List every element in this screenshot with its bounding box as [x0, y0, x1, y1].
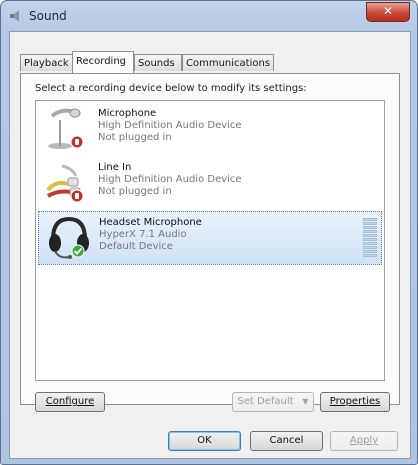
set-default-dropdown[interactable]: ▼: [298, 392, 314, 412]
apply-label: Apply: [349, 435, 379, 446]
unplugged-badge-icon: [70, 135, 84, 149]
device-item-headset-microphone[interactable]: Headset Microphone HyperX 7.1 Audio Defa…: [38, 211, 382, 265]
sound-dialog: Sound ✕ Playback Recording Sounds Commun…: [0, 0, 418, 465]
properties-label: Properties: [329, 396, 381, 407]
title-bar[interactable]: Sound ✕: [1, 1, 417, 31]
close-icon: ✕: [382, 4, 394, 18]
tab-label: Recording: [76, 56, 127, 67]
device-description: High Definition Audio Device: [98, 120, 242, 131]
ok-label: OK: [197, 435, 212, 446]
tab-strip: Playback Recording Sounds Communications: [20, 51, 400, 73]
device-status: Default Device: [99, 241, 173, 252]
close-button[interactable]: ✕: [366, 2, 410, 22]
tab-playback[interactable]: Playback: [20, 54, 74, 71]
ok-button[interactable]: OK: [168, 431, 241, 451]
recording-tab-panel: Select a recording device below to modif…: [20, 73, 400, 412]
window-title: Sound: [29, 9, 67, 23]
unplugged-badge-icon: [70, 189, 84, 203]
default-check-icon: [71, 244, 85, 258]
device-description: HyperX 7.1 Audio: [99, 229, 187, 240]
configure-label: Configure: [45, 396, 95, 407]
dialog-client-area: Playback Recording Sounds Communications…: [9, 31, 411, 459]
device-item-microphone[interactable]: Microphone High Definition Audio Device …: [38, 103, 382, 157]
tab-communications[interactable]: Communications: [182, 54, 274, 71]
tab-sounds[interactable]: Sounds: [134, 54, 182, 71]
device-description: High Definition Audio Device: [98, 174, 242, 185]
device-name: Microphone: [98, 108, 157, 119]
speaker-icon: [10, 10, 19, 22]
device-item-line-in[interactable]: Line In High Definition Audio Device Not…: [38, 157, 382, 211]
chevron-down-icon: ▼: [302, 397, 309, 406]
apply-button[interactable]: Apply: [330, 431, 398, 451]
tab-label: Playback: [24, 58, 69, 69]
input-level-meter: [363, 218, 377, 258]
set-default-label: Set Default: [237, 396, 294, 407]
tab-label: Communications: [186, 58, 271, 69]
cancel-button[interactable]: Cancel: [250, 431, 323, 451]
cancel-label: Cancel: [269, 435, 304, 446]
device-status: Not plugged in: [98, 132, 172, 143]
set-default-button[interactable]: Set Default: [232, 392, 299, 412]
recording-device-list[interactable]: Microphone High Definition Audio Device …: [35, 100, 385, 381]
properties-button[interactable]: Properties: [320, 392, 390, 412]
device-name: Headset Microphone: [99, 217, 202, 228]
configure-button[interactable]: Configure: [35, 392, 105, 412]
tab-recording[interactable]: Recording: [72, 51, 134, 73]
tab-label: Sounds: [138, 58, 175, 69]
device-name: Line In: [98, 162, 132, 173]
device-status: Not plugged in: [98, 186, 172, 197]
instruction-text: Select a recording device below to modif…: [35, 83, 307, 94]
